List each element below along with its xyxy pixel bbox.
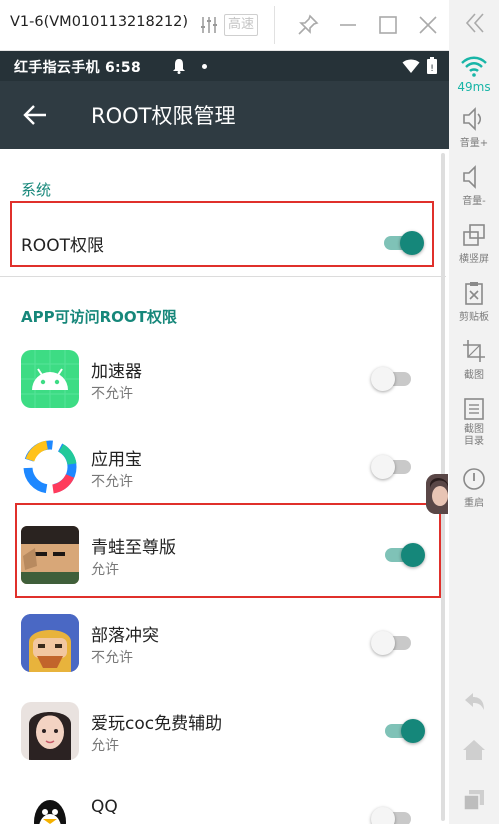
root-permission-row[interactable]: ROOT权限 — [0, 209, 446, 277]
network-signal-icon — [461, 56, 487, 77]
app-row-clash[interactable]: 部落冲突 不允许 — [0, 599, 446, 687]
volume-up-button[interactable]: 音量+ — [449, 106, 499, 149]
android-robot-icon — [21, 350, 79, 408]
toggle-thumb — [371, 807, 395, 824]
penguin-icon — [21, 790, 79, 824]
section-header-system: 系统 — [21, 181, 52, 199]
clipboard-icon — [465, 282, 483, 305]
svg-text:!: ! — [430, 64, 434, 74]
girl-avatar-icon — [21, 702, 79, 760]
back-icon[interactable] — [462, 690, 486, 714]
app-store-icon — [21, 438, 79, 496]
app-status: 不允许 — [91, 474, 133, 490]
equalizer-icon[interactable] — [200, 15, 218, 35]
crop-button[interactable]: 截图 — [449, 338, 499, 381]
app-bar: ROOT权限管理 — [0, 81, 449, 149]
rotate-screen-icon — [463, 224, 485, 246]
app-permission-toggle[interactable] — [371, 453, 415, 481]
app-status: 不允许 — [91, 650, 133, 666]
restart-label: 重启 — [464, 498, 484, 509]
pin-icon[interactable] — [296, 13, 320, 37]
app-name: 部落冲突 — [91, 626, 159, 646]
clipboard-button[interactable]: 剪贴板 — [449, 280, 499, 323]
app-name: QQ — [91, 797, 118, 817]
title-separator — [274, 6, 275, 44]
section-header-app-access: APP可访问ROOT权限 — [21, 308, 177, 326]
toggle-thumb — [401, 543, 425, 567]
app-row-yingyongbao[interactable]: 应用宝 不允许 — [0, 423, 446, 511]
wifi-icon — [402, 59, 420, 73]
app-permission-toggle[interactable] — [381, 717, 425, 745]
home-icon[interactable] — [462, 738, 486, 762]
volume-up-icon — [463, 107, 482, 131]
power-icon — [463, 468, 485, 490]
volume-up-label: 音量+ — [459, 138, 489, 149]
clipboard-label: 剪贴板 — [459, 312, 489, 323]
maximize-icon[interactable] — [376, 13, 400, 37]
app-row-accelerator[interactable]: 加速器 不允许 — [0, 335, 446, 423]
crop-icon — [463, 340, 485, 362]
app-permission-toggle[interactable] — [371, 629, 415, 657]
page-title: ROOT权限管理 — [91, 104, 236, 128]
barbarian-icon — [21, 614, 79, 672]
app-name: 爱玩coc免费辅助 — [91, 714, 223, 734]
app-name: 青蛙至尊版 — [91, 538, 176, 558]
toggle-thumb — [371, 631, 395, 655]
screenshot-folder-button[interactable]: 截图目录 — [449, 396, 499, 448]
app-status: 允许 — [91, 738, 119, 754]
collapse-chevron-icon[interactable] — [463, 10, 487, 36]
app-permission-toggle[interactable] — [371, 365, 415, 393]
window-title-bar: V1-6(VM010113218212) 高速 — [0, 0, 449, 51]
volume-down-icon — [463, 165, 476, 189]
speed-badge[interactable]: 高速 — [224, 14, 259, 36]
volume-down-label: 音量- — [462, 196, 486, 207]
recent-apps-icon[interactable] — [462, 788, 486, 812]
crop-label: 截图 — [464, 370, 484, 381]
app-name: 应用宝 — [91, 450, 142, 470]
app-status: 允许 — [91, 562, 119, 578]
screenshot-folder-icon — [464, 398, 484, 420]
window-title: V1-6(VM010113218212) — [10, 14, 189, 30]
notification-dot — [202, 64, 207, 69]
close-icon[interactable] — [416, 13, 440, 37]
root-permission-toggle[interactable] — [380, 229, 424, 257]
app-row-frog[interactable]: 青蛙至尊版 允许 — [0, 511, 446, 599]
battery-icon: ! — [427, 57, 437, 74]
toggle-thumb — [400, 231, 424, 255]
rotate-screen-button[interactable]: 横竖屏 — [449, 222, 499, 265]
app-status: 不允许 — [91, 386, 133, 402]
anime-avatar-icon — [21, 526, 79, 584]
ping-latency: 49ms — [457, 80, 491, 94]
restart-button[interactable]: 重启 — [449, 466, 499, 509]
android-status-bar: 红手指云手机 6:58 ! — [0, 51, 449, 81]
screenshot-folder-label: 截图目录 — [464, 424, 484, 447]
volume-down-button[interactable]: 音量- — [449, 164, 499, 207]
notification-bell-icon — [173, 59, 185, 74]
section-divider — [0, 276, 446, 277]
app-row-coc-helper[interactable]: 爱玩coc免费辅助 允许 — [0, 687, 446, 775]
rotate-screen-label: 横竖屏 — [459, 254, 489, 265]
root-permission-label: ROOT权限 — [21, 236, 104, 256]
toggle-thumb — [371, 367, 395, 391]
app-permission-toggle[interactable] — [381, 541, 425, 569]
floating-avatar[interactable] — [426, 474, 448, 514]
status-bar-text: 红手指云手机 6:58 — [14, 60, 141, 76]
app-name: 加速器 — [91, 362, 142, 382]
settings-list[interactable]: 系统 ROOT权限 APP可访问ROOT权限 加速器 不允许 应用宝 不允许 青… — [0, 149, 446, 824]
back-arrow-icon[interactable] — [22, 101, 50, 129]
minimize-icon[interactable] — [336, 13, 360, 37]
app-row-qq[interactable]: QQ — [0, 775, 446, 824]
app-permission-toggle[interactable] — [371, 805, 415, 824]
toggle-thumb — [371, 455, 395, 479]
toggle-thumb — [401, 719, 425, 743]
